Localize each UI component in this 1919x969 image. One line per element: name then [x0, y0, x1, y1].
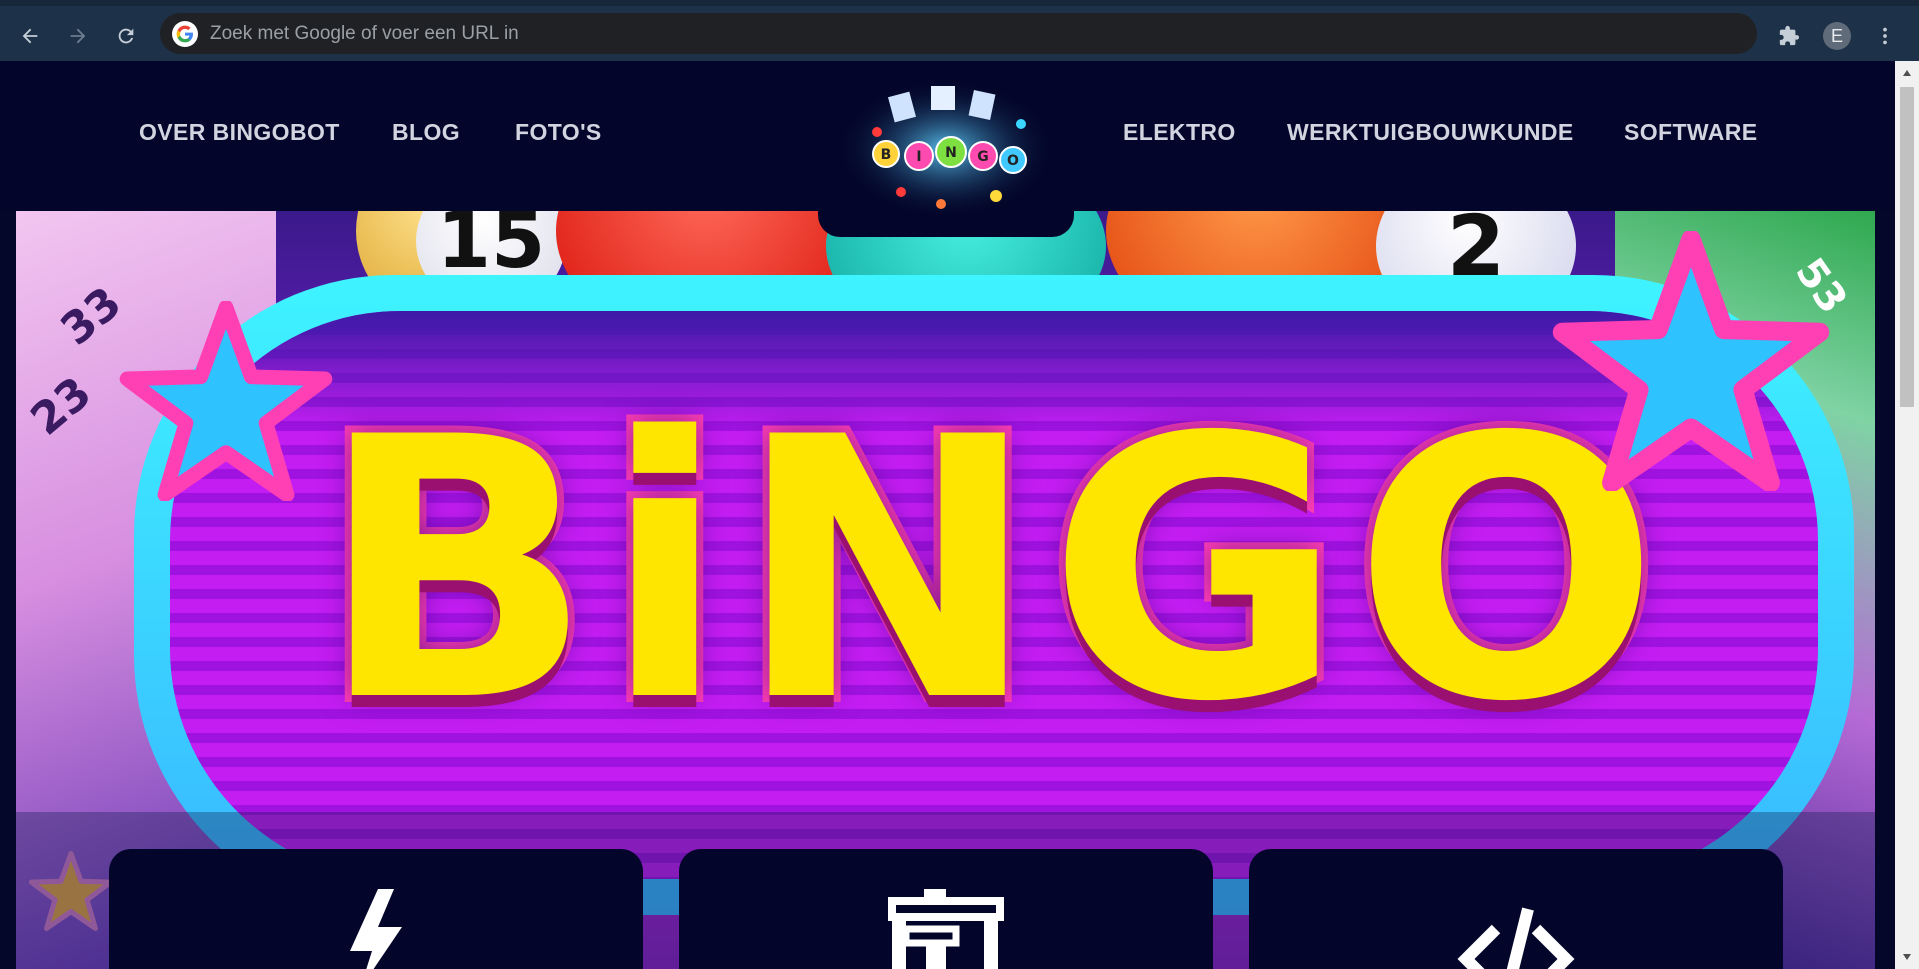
star-icon	[119, 301, 333, 501]
nav-item-blog[interactable]: BLOG	[392, 119, 460, 146]
kebab-menu-icon	[1883, 27, 1887, 45]
scroll-down-arrow-icon[interactable]	[1895, 947, 1919, 967]
puzzle-icon	[1779, 25, 1800, 46]
logo-letter-g: G	[977, 149, 989, 165]
site-logo[interactable]: B I N G O	[818, 61, 1074, 237]
logo-letter-b: B	[881, 147, 892, 163]
lightning-icon	[350, 889, 402, 969]
avatar: E	[1823, 22, 1851, 50]
logo-letter-i: I	[916, 149, 921, 165]
nav-item-over-bingobot[interactable]: OVER BINGOBOT	[139, 119, 340, 146]
reload-button[interactable]	[108, 18, 144, 54]
address-bar[interactable]	[160, 13, 1757, 54]
code-icon	[1457, 907, 1575, 969]
arrow-left-icon	[22, 28, 38, 44]
scroll-up-arrow-icon[interactable]	[1895, 63, 1919, 83]
forward-button[interactable]	[60, 18, 96, 54]
google-g-icon	[172, 20, 198, 47]
nav-item-werktuigbouwkunde[interactable]: WERKTUIGBOUWKUNDE	[1287, 119, 1574, 146]
machine-tool-icon	[888, 889, 1004, 969]
feature-card-werktuigbouwkunde[interactable]	[679, 849, 1213, 969]
feature-card-software[interactable]	[1249, 849, 1783, 969]
page-viewport: OVER BINGOBOT BLOG FOTO'S ELEKTRO WERKTU…	[0, 61, 1895, 969]
extensions-button[interactable]	[1771, 18, 1807, 54]
scrollbar-thumb[interactable]	[1900, 87, 1914, 407]
browser-menu-button[interactable]	[1867, 18, 1903, 54]
reload-icon	[118, 28, 134, 44]
nav-item-software[interactable]: SOFTWARE	[1624, 119, 1758, 146]
bingo-logo-icon: B I N G O	[836, 79, 1056, 219]
logo-letter-o: O	[1007, 153, 1019, 169]
browser-toolbar: E	[0, 0, 1919, 61]
nav-item-fotos[interactable]: FOTO'S	[515, 119, 602, 146]
page-scrollbar[interactable]	[1895, 61, 1919, 969]
back-button[interactable]	[12, 18, 48, 54]
url-input[interactable]	[210, 13, 1757, 54]
star-icon-right	[1552, 231, 1830, 491]
feature-card-elektro[interactable]	[109, 849, 643, 969]
profile-button[interactable]: E	[1819, 18, 1855, 54]
arrow-right-icon	[70, 28, 86, 44]
logo-letter-n: N	[945, 145, 957, 161]
nav-item-elektro[interactable]: ELEKTRO	[1123, 119, 1236, 146]
